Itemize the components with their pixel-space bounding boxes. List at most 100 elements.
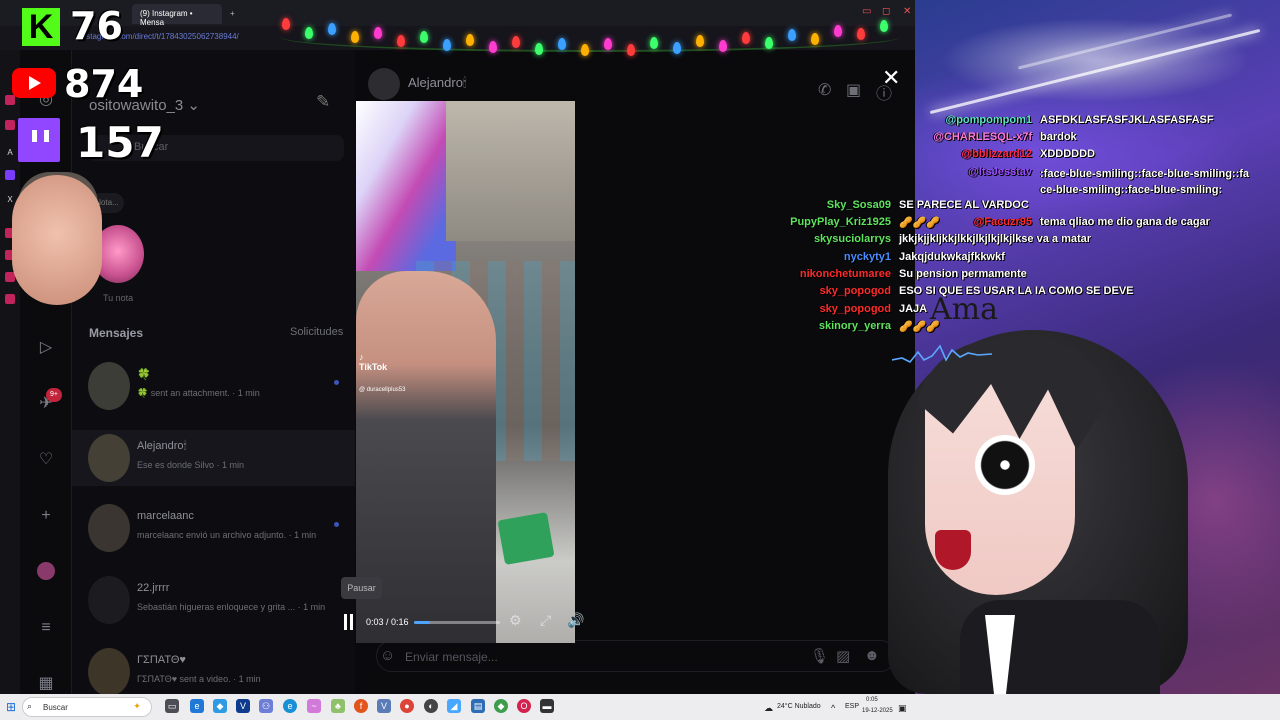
chat-message: bardok	[1040, 131, 1077, 143]
minimize-icon[interactable]: ▭	[862, 6, 871, 17]
sidebar-app-icon[interactable]	[5, 95, 15, 105]
edge-icon[interactable]: e	[190, 699, 204, 713]
reels-icon[interactable]: ▷	[36, 338, 56, 358]
microphone-icon[interactable]: 🎙	[810, 647, 829, 665]
message-placeholder: Enviar mensaje...	[405, 650, 498, 664]
pause-bar	[350, 614, 353, 630]
video-frame-ceiling	[446, 101, 575, 241]
app-icon[interactable]: ♣	[331, 699, 345, 713]
light-bulb	[489, 41, 497, 54]
settings-gear-icon[interactable]: ⚙	[509, 612, 522, 629]
language-indicator[interactable]: ESP	[845, 703, 859, 710]
chat-username: PupyPlay_Kriz1925	[790, 216, 891, 228]
video-progress-bar[interactable]	[414, 621, 500, 624]
clock-date[interactable]: 19-12-2025	[862, 708, 893, 714]
light-beam	[1017, 13, 1233, 70]
chat-header-name[interactable]: Alejandro🕯	[408, 75, 467, 91]
light-bulb	[420, 31, 428, 44]
app-icon[interactable]: ▤	[471, 699, 485, 713]
video-time: 0:03 / 0:16	[366, 617, 409, 627]
light-bulb	[719, 39, 727, 52]
video-player[interactable]	[356, 101, 575, 643]
maximize-icon[interactable]: ◻	[882, 6, 890, 17]
pause-button[interactable]	[344, 614, 356, 630]
tiktok-label: TikTok	[359, 362, 388, 372]
app-icon[interactable]: ▬	[540, 699, 554, 713]
heart-icon[interactable]: ♡	[36, 450, 56, 470]
taskbar-search-label: Buscar	[43, 703, 68, 712]
requests-link[interactable]: Solicitudes	[290, 326, 343, 338]
light-bulb	[443, 38, 451, 51]
close-window-icon[interactable]: ✕	[903, 6, 911, 17]
weather-text[interactable]: 24°C Nublado	[777, 703, 821, 710]
light-bulb	[305, 26, 313, 39]
app-icon[interactable]: ◆	[494, 699, 508, 713]
sidebar-app-icon[interactable]	[5, 294, 15, 304]
menu-icon[interactable]: ≡	[36, 618, 56, 638]
image-icon[interactable]: ▨	[836, 647, 850, 665]
chat-username: sky_popogod	[819, 303, 891, 315]
sidebar-app-icon[interactable]: A	[5, 148, 15, 158]
task-view-icon[interactable]: ▭	[165, 699, 179, 713]
light-bulb	[535, 43, 543, 56]
conversation-item[interactable]: marcelaanc marcelaanc envió un archivo a…	[72, 500, 355, 556]
new-tab-button[interactable]: +	[222, 4, 243, 24]
fullscreen-icon[interactable]: ⤢	[540, 612, 551, 629]
chat-avatar[interactable]	[368, 68, 400, 100]
widget-icon[interactable]: ✦	[130, 699, 144, 713]
weather-icon: ☁	[764, 703, 773, 713]
emoji-icon[interactable]: ☺	[380, 647, 395, 664]
sidebar-app-icon[interactable]	[5, 170, 15, 180]
clock-time[interactable]: 0:05	[866, 697, 878, 703]
firefox-icon[interactable]: f	[354, 699, 368, 713]
app-icon[interactable]: V	[236, 699, 250, 713]
video-call-icon[interactable]: ▣	[846, 80, 861, 100]
windows-start-icon[interactable]: ⊞	[6, 700, 16, 714]
tab-instagram[interactable]: (9) Instagram • Mensa	[132, 4, 222, 27]
chat-username: skinory_yerra	[818, 320, 891, 332]
conversation-preview: 🍀 sent an attachment. · 1 min	[137, 388, 260, 398]
avatar	[88, 576, 130, 624]
edge-browser-icon[interactable]: e	[283, 699, 297, 713]
twitch-logo-mark	[32, 130, 37, 142]
christmas-lights-wire	[280, 22, 900, 52]
conversation-preview: marcelaanc envió un archivo adjunto. · 1…	[137, 530, 317, 540]
chat-message: tema qliao me dio gana de cagar	[1040, 216, 1210, 228]
more-icon[interactable]: ▦	[36, 674, 56, 694]
x-icon[interactable]: X	[5, 195, 15, 205]
conversation-item[interactable]: ΓΣΠΑΤΘ♥ ΓΣΠΑΤΘ♥ sent a video. · 1 min	[72, 644, 355, 700]
profile-avatar[interactable]	[37, 562, 55, 580]
tray-chevron-icon[interactable]: ^	[831, 703, 835, 713]
tiktok-username: @ duracellplus53	[359, 387, 406, 393]
app-icon[interactable]: V	[377, 699, 391, 713]
notification-icon[interactable]: ▣	[898, 703, 907, 714]
voice-waveform	[892, 344, 992, 364]
unread-dot	[334, 522, 339, 527]
conversation-item[interactable]: 22.jrrrr Sebastián higueras enloquece y …	[72, 572, 355, 628]
light-bulb	[466, 34, 474, 47]
light-bulb	[811, 32, 819, 45]
obs-icon[interactable]: ◐	[424, 699, 438, 713]
opera-icon[interactable]: O	[517, 699, 531, 713]
volume-icon[interactable]: 🔊	[567, 612, 584, 629]
close-viewer-icon[interactable]: ✕	[882, 65, 900, 91]
new-message-icon[interactable]: ✎	[316, 92, 330, 112]
app-icon[interactable]: ~	[307, 699, 321, 713]
app-icon[interactable]: ◢	[447, 699, 461, 713]
search-icon: ⌕	[27, 701, 33, 711]
overlay-text: Ama	[930, 292, 998, 327]
phone-icon[interactable]: ✆	[818, 80, 831, 100]
avatar	[88, 362, 130, 410]
conversation-item[interactable]: Alejandro🕯 Ese es donde Silvo · 1 min	[72, 430, 355, 486]
chrome-icon[interactable]: ●	[400, 699, 414, 713]
youtube-viewer-count: 874	[64, 62, 144, 106]
create-icon[interactable]: +	[36, 506, 56, 526]
conversation-item[interactable]: 🍀 🍀 sent an attachment. · 1 min	[72, 358, 355, 414]
chat-username: @Facuzr95	[973, 216, 1032, 228]
app-icon[interactable]: ⚇	[259, 699, 273, 713]
light-bulb	[880, 20, 888, 33]
sticker-icon[interactable]: ☻	[864, 647, 880, 664]
chat-username: skysuciolarrys	[813, 233, 891, 245]
app-icon[interactable]: ◆	[213, 699, 227, 713]
sidebar-app-icon[interactable]	[5, 120, 15, 130]
